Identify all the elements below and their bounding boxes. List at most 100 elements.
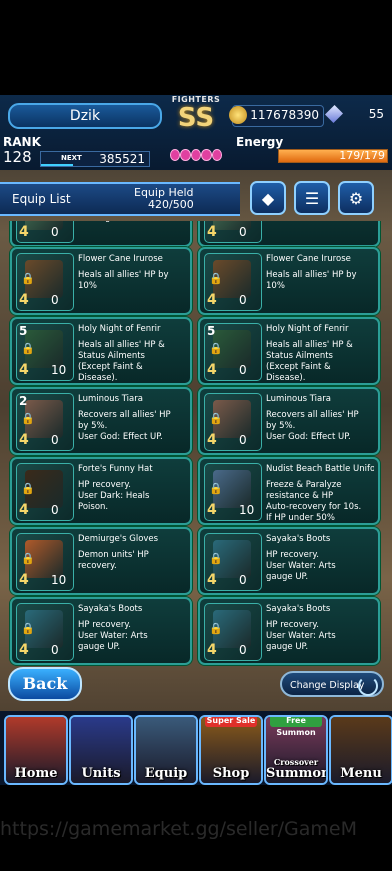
nav-home-button[interactable]: Home (4, 715, 68, 785)
equip-description: Recovers all allies' HP by 5%. User God:… (78, 410, 171, 442)
equip-description: Elemental User: Healing x2 (78, 221, 188, 224)
equip-name: Holy Night of Fenrir (266, 324, 349, 334)
next-value: 385521 (99, 152, 145, 166)
equip-thumbnail[interactable]: 🔒40 (204, 221, 262, 243)
equip-description: HP recovery. User Water: Arts gauge UP. (266, 550, 336, 582)
equip-card[interactable]: 🔒 4 0 Forte's Funny Hat HP recovery. User Da… (10, 457, 192, 525)
next-exp-bar: NEXT 385521 (40, 151, 150, 167)
equip-bar: Equip List Equip Held 420/500 (0, 182, 240, 216)
change-display-label: Change Display (290, 680, 365, 691)
equip-thumbnail[interactable]: 🔒40 (16, 463, 74, 521)
upgrade-badge: 2 (19, 394, 28, 408)
gear-icon[interactable]: ⚙ (338, 181, 374, 215)
equip-thumbnail[interactable]: 🔒40 (204, 393, 262, 451)
nav-equip-button[interactable]: Equip (134, 715, 198, 785)
stack-count: 10 (239, 503, 255, 517)
equip-thumbnail[interactable]: 🔒 5 4 10 (16, 323, 74, 381)
equip-card[interactable]: 🔒 2 4 0 Luminous Tiara Recovers all allies' H… (10, 387, 192, 455)
stack-count: 10 (51, 363, 67, 377)
stack-count: 0 (51, 433, 59, 447)
equip-card[interactable]: 🔒40 (198, 221, 380, 247)
equip-thumbnail[interactable]: 🔒40 (204, 603, 262, 661)
equip-list-title: Equip List (12, 192, 71, 206)
nav-summon-button[interactable]: Free Summon Crossover Summon (264, 715, 328, 785)
equip-thumbnail[interactable]: 🔒 2 4 0 (16, 393, 74, 451)
equip-card[interactable]: 🔒 4 0 Flower Cane Irurose Heals all allies' … (10, 247, 192, 315)
lock-icon: 🔒 (21, 342, 35, 355)
header: Dzik FIGHTERS SS 117678390 55 RANK 128 N… (0, 95, 392, 170)
player-name[interactable]: Dzik (8, 103, 162, 129)
lock-icon: 🔒 (209, 482, 223, 495)
equip-name: Flower Cane Irurose (266, 254, 351, 264)
rarity-value: 4 (207, 572, 217, 588)
lock-icon: 🔒 (209, 272, 223, 285)
change-display-button[interactable]: Change Display (280, 671, 384, 697)
equip-description: Freeze & Paralyze resistance & HP Auto-r… (266, 480, 362, 523)
coin-icon (229, 106, 247, 124)
equip-description: Heals all allies' HP & Status Ailments (… (266, 340, 353, 383)
gem-icon (324, 104, 344, 124)
nav-label: Summon (266, 766, 328, 781)
nav-tag: Free Summon (270, 717, 322, 737)
equip-thumbnail[interactable]: 🔒40 (16, 603, 74, 661)
stack-count: 0 (239, 433, 247, 447)
equip-thumbnail[interactable]: 🔒40 (204, 533, 262, 591)
rarity-value: 4 (19, 502, 29, 518)
rarity-value: 4 (207, 642, 217, 658)
equip-thumbnail[interactable]: 🔒 5 4 0 (204, 323, 262, 381)
equip-name: Sayaka's Boots (266, 604, 331, 614)
next-exp-fill (41, 164, 74, 166)
equip-card[interactable]: 🔒 4 10 Demiurge's Gloves Demon units' HP rec… (10, 527, 192, 595)
game-screen: Dzik FIGHTERS SS 117678390 55 RANK 128 N… (0, 95, 392, 785)
equip-card[interactable]: 🔒 5 4 10 Holy Night of Fenrir Heals all allie… (10, 317, 192, 385)
equip-card[interactable]: 🔒40 Elemental User: Healing x2 (10, 221, 192, 247)
emblem-gems (170, 149, 223, 163)
equip-thumbnail[interactable]: 🔒40 (204, 253, 262, 311)
equip-description: HP recovery. User Dark: Heals Poison. (78, 480, 150, 512)
nav-units-button[interactable]: Units (69, 715, 133, 785)
rank-label: RANK (3, 135, 41, 149)
rarity-value: 4 (207, 362, 217, 378)
rarity-value: 4 (19, 362, 29, 378)
stack-count: 0 (239, 363, 247, 377)
equip-name: Sayaka's Boots (78, 604, 143, 614)
equip-description: Recovers all allies' HP by 5%. User God:… (266, 410, 359, 442)
rarity-value: 4 (207, 224, 217, 240)
equip-description: Demon units' HP recovery. (78, 550, 149, 571)
lock-icon: 🔒 (21, 552, 35, 565)
sort-icon[interactable]: ☰ (294, 181, 330, 215)
refresh-icon (358, 676, 378, 696)
emblem-rank: SS (177, 103, 215, 133)
top-black-area (0, 0, 392, 95)
equip-thumbnail[interactable]: 🔒40 (16, 253, 74, 311)
nav-shop-button[interactable]: Super Sale Shop (199, 715, 263, 785)
stack-count: 0 (239, 225, 247, 239)
rank-emblem: FIGHTERS SS (168, 95, 224, 147)
lock-icon: 🔒 (21, 272, 35, 285)
equip-card[interactable]: 🔒 4 0 Sayaka's Boots HP recovery. User Water… (10, 597, 192, 665)
rarity-value: 4 (207, 502, 217, 518)
stack-count: 0 (51, 225, 59, 239)
equip-thumbnail[interactable]: 🔒 4 10 (16, 533, 74, 591)
equip-thumbnail[interactable]: 🔒 4 10 (204, 463, 262, 521)
stack-count: 0 (51, 293, 59, 307)
equip-card[interactable]: 🔒 4 0 Sayaka's Boots HP recovery. User Water… (198, 527, 380, 595)
equip-description: HP recovery. User Water: Arts gauge UP. (78, 620, 148, 652)
stack-count: 0 (239, 643, 247, 657)
equip-card[interactable]: 🔒 4 0 Flower Cane Irurose Heals all allies' … (198, 247, 380, 315)
lock-icon: 🔒 (209, 412, 223, 425)
equip-card[interactable]: 🔒 4 10 Nudist Beach Battle Uniform Freeze & … (198, 457, 380, 525)
equip-name: Nudist Beach Battle Uniform (266, 464, 374, 474)
equip-card[interactable]: 🔒 4 0 Sayaka's Boots HP recovery. User Water… (198, 597, 380, 665)
lock-icon: 🔒 (209, 552, 223, 565)
equip-card[interactable]: 🔒 5 4 0 Holy Night of Fenrir Heals all allies… (198, 317, 380, 385)
tag-icon[interactable]: ◆ (250, 181, 286, 215)
equip-thumbnail[interactable]: 🔒40 (16, 221, 74, 243)
nav-label: Home (14, 766, 58, 781)
back-button[interactable]: Back (8, 667, 82, 701)
equip-card[interactable]: 🔒 4 0 Luminous Tiara Recovers all allies' HP… (198, 387, 380, 455)
rank-value: 128 (3, 148, 32, 166)
equip-held-value: 420/500 (148, 198, 194, 211)
nav-menu-button[interactable]: Menu (329, 715, 392, 785)
energy-value: 179/179 (339, 149, 385, 162)
